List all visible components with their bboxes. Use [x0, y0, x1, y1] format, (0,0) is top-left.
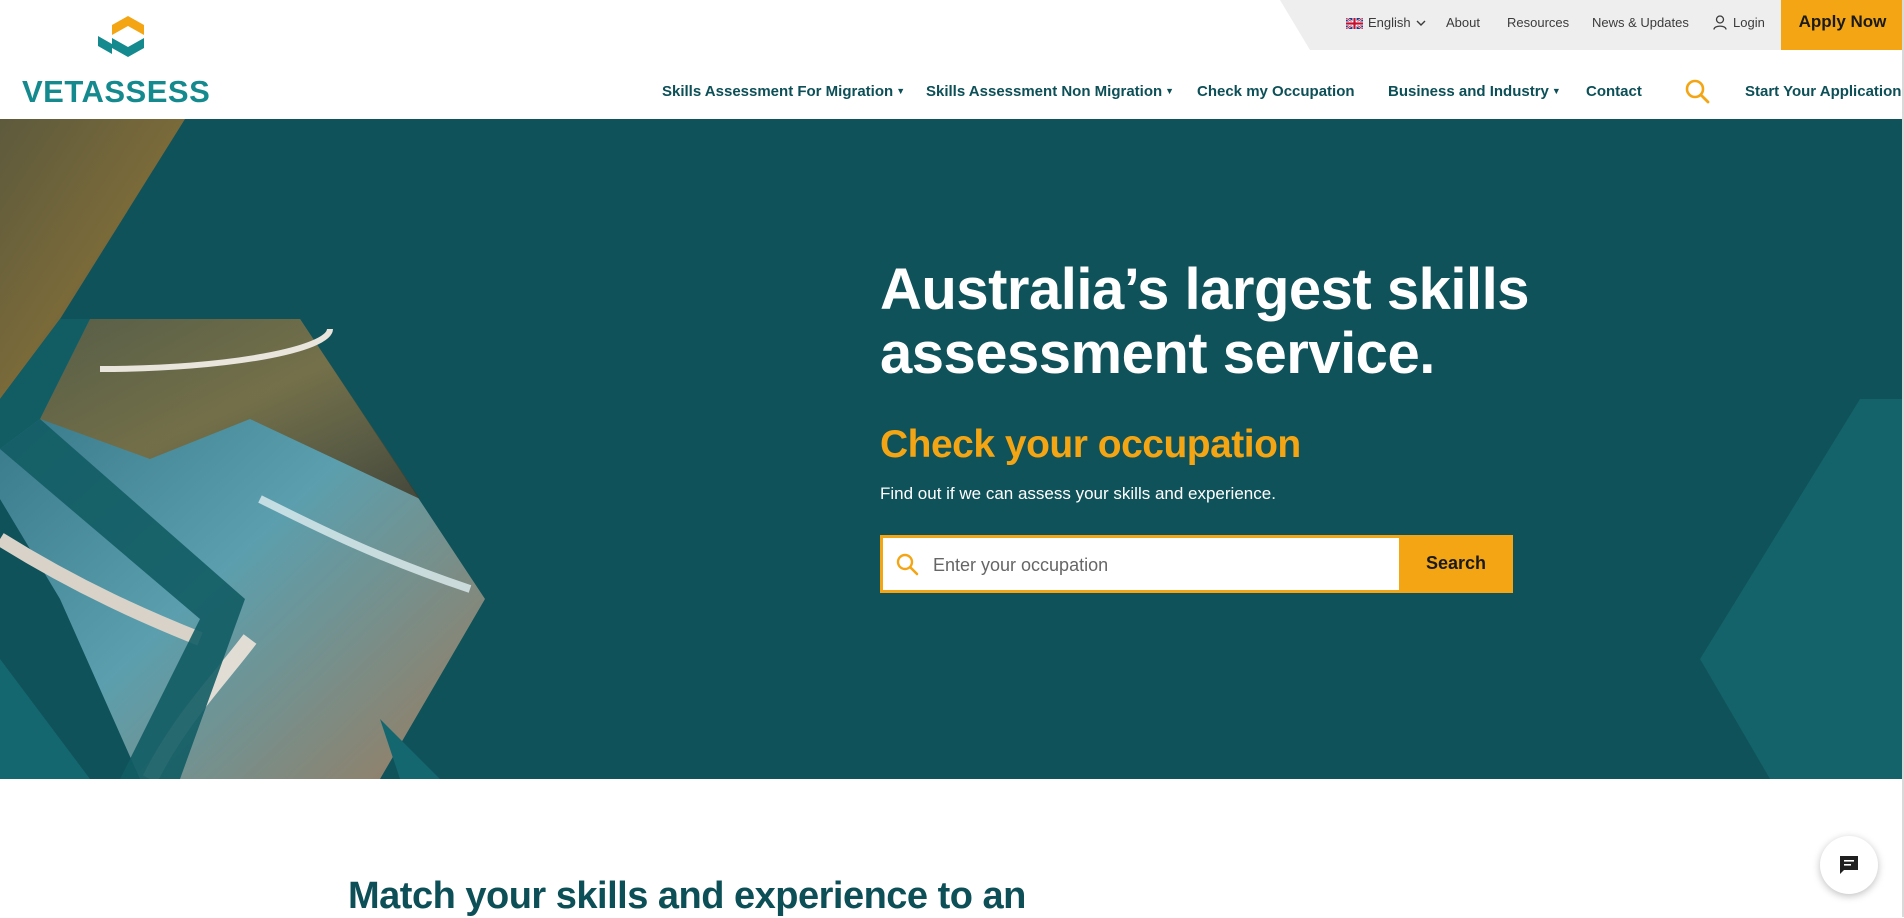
occupation-search-form: Search: [880, 535, 1513, 593]
site-header: VETASSESS English About Resources News &…: [0, 0, 1904, 119]
user-icon: [1713, 15, 1727, 30]
search-icon: [896, 553, 919, 576]
vetassess-logo[interactable]: VETASSESS: [22, 16, 222, 109]
utility-link-news-updates[interactable]: News & Updates: [1592, 15, 1689, 30]
nav-item-check-my-occupation[interactable]: Check my Occupation: [1197, 83, 1355, 100]
utility-link-about[interactable]: About: [1446, 15, 1480, 30]
logo-mark-icon: [98, 16, 144, 57]
occupation-search-field[interactable]: [883, 538, 1399, 592]
login-label: Login: [1733, 15, 1765, 30]
nav-item-label: Business and Industry: [1388, 83, 1549, 100]
section-heading: Match your skills and experience to an: [348, 875, 1026, 917]
caret-down-icon: ▼: [896, 86, 906, 96]
chat-button[interactable]: [1820, 836, 1878, 894]
decorative-shape: [1700, 399, 1904, 779]
chat-bubble-icon: [1840, 856, 1858, 874]
utility-link-resources[interactable]: Resources: [1507, 15, 1569, 30]
hero-title: Australia’s largest skills assessment se…: [880, 257, 1529, 386]
nav-item-contact[interactable]: Contact: [1586, 83, 1642, 100]
search-button[interactable]: Search: [1399, 535, 1513, 593]
caret-down-icon: ▼: [1551, 86, 1561, 96]
nav-item-label: Skills Assessment Non Migration: [926, 83, 1163, 100]
apply-now-button[interactable]: Apply Now: [1781, 0, 1904, 50]
search-icon[interactable]: [1684, 78, 1710, 104]
nav-item-label: Skills Assessment For Migration: [662, 83, 894, 100]
logo-wordmark: VETASSESS: [22, 74, 211, 109]
uk-flag-icon: [1346, 18, 1363, 29]
nav-item-skills-assessment-non-migration[interactable]: Skills Assessment Non Migration ▼: [926, 83, 1174, 100]
language-label: English: [1368, 15, 1411, 30]
hero-banner: Australia’s largest skills assessment se…: [0, 119, 1904, 779]
caret-down-icon: ▼: [1165, 86, 1175, 96]
login-link[interactable]: Login: [1713, 15, 1765, 30]
coastal-road-image: [0, 119, 485, 779]
start-application-link[interactable]: Start Your Application: [1745, 83, 1901, 100]
occupation-search-input[interactable]: [931, 538, 1395, 592]
nav-item-skills-assessment-migration[interactable]: Skills Assessment For Migration ▼: [662, 83, 905, 100]
hero-subtitle: Check your occupation: [880, 423, 1301, 466]
nav-item-business-and-industry[interactable]: Business and Industry ▼: [1388, 83, 1561, 100]
chevron-down-icon: [1416, 20, 1426, 26]
language-selector[interactable]: English: [1346, 15, 1426, 30]
hero-description: Find out if we can assess your skills an…: [880, 484, 1276, 503]
